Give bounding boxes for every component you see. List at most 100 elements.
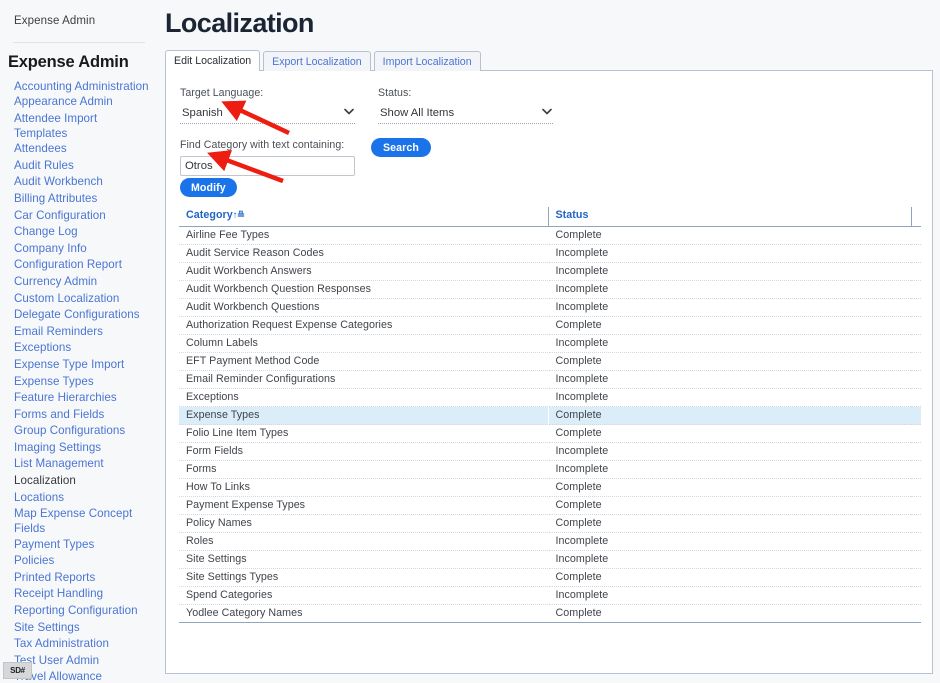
cell-status: Complete: [547, 514, 911, 533]
cell-extra: [911, 226, 921, 245]
sidebar-item-car-configuration[interactable]: Car Configuration: [14, 208, 151, 225]
sidebar-item-appearance-admin[interactable]: Appearance Admin: [14, 94, 151, 111]
sidebar-item-currency-admin[interactable]: Currency Admin: [14, 274, 151, 291]
table-row[interactable]: Exceptions Incomplete: [179, 388, 921, 407]
cell-status: Complete: [547, 604, 911, 623]
tab-import-localization[interactable]: Import Localization: [373, 51, 481, 71]
sidebar-item-forms-and-fields[interactable]: Forms and Fields: [14, 407, 151, 424]
cell-extra: [911, 370, 921, 389]
sidebar-item-tax-administration[interactable]: Tax Administration: [14, 636, 151, 653]
cell-extra: [911, 586, 921, 605]
status-filter-group: Status: Show All Items: [378, 83, 553, 124]
sidebar-item-change-log[interactable]: Change Log: [14, 224, 151, 241]
sidebar: Expense Admin Expense Admin Accounting A…: [0, 0, 155, 683]
sidebar-item-exceptions[interactable]: Exceptions: [14, 340, 151, 357]
table-row[interactable]: Airline Fee Types Complete: [179, 226, 921, 245]
cell-category: Audit Workbench Questions: [179, 298, 548, 317]
cell-status: Incomplete: [547, 262, 911, 281]
sidebar-item-travel-allowance[interactable]: Travel Allowance: [14, 669, 151, 683]
cell-category: Spend Categories: [179, 586, 548, 605]
sidebar-item-delegate-configurations[interactable]: Delegate Configurations: [14, 307, 151, 324]
sidebar-item-company-info[interactable]: Company Info: [14, 241, 151, 258]
cell-extra: [911, 604, 921, 623]
table-row[interactable]: Audit Workbench Answers Incomplete: [179, 262, 921, 281]
table-row[interactable]: Forms Incomplete: [179, 460, 921, 479]
sidebar-item-custom-localization[interactable]: Custom Localization: [14, 291, 151, 308]
sidebar-item-site-settings[interactable]: Site Settings: [14, 620, 151, 637]
table-row[interactable]: Audit Workbench Questions Incomplete: [179, 298, 921, 317]
sidebar-item-printed-reports[interactable]: Printed Reports: [14, 570, 151, 587]
column-header-category[interactable]: Category↑≞: [179, 207, 548, 227]
tab-export-localization[interactable]: Export Localization: [263, 51, 371, 71]
sidebar-item-localization[interactable]: Localization: [14, 473, 151, 490]
column-header-status[interactable]: Status: [547, 207, 911, 227]
table-row[interactable]: Audit Service Reason Codes Incomplete: [179, 244, 921, 263]
table-row[interactable]: Folio Line Item Types Complete: [179, 424, 921, 443]
search-form: Target Language: Spanish Status: Show Al…: [166, 71, 932, 197]
tab-edit-localization[interactable]: Edit Localization: [165, 50, 261, 72]
cell-category: EFT Payment Method Code: [179, 352, 548, 371]
table-row[interactable]: Site Settings Incomplete: [179, 550, 921, 569]
sidebar-item-audit-workbench[interactable]: Audit Workbench: [14, 174, 151, 191]
table-row[interactable]: How To Links Complete: [179, 478, 921, 497]
sidebar-item-attendees[interactable]: Attendees: [14, 141, 151, 158]
sidebar-item-audit-rules[interactable]: Audit Rules: [14, 158, 151, 175]
sidebar-item-email-reminders[interactable]: Email Reminders: [14, 324, 151, 341]
sidebar-item-payment-types[interactable]: Payment Types: [14, 537, 151, 554]
cell-category: Column Labels: [179, 334, 548, 353]
table-row[interactable]: Audit Workbench Question Responses Incomp…: [179, 280, 921, 299]
sidebar-item-accounting-administration[interactable]: Accounting Administration: [14, 79, 151, 94]
sort-ascending-icon[interactable]: ↑≞: [233, 210, 245, 221]
table-row[interactable]: Yodlee Category Names Complete: [179, 604, 921, 623]
cell-extra: [911, 388, 921, 407]
cell-extra: [911, 424, 921, 443]
sidebar-item-list-management[interactable]: List Management: [14, 456, 151, 473]
sidebar-item-imaging-settings[interactable]: Imaging Settings: [14, 440, 151, 457]
modify-button[interactable]: Modify: [180, 178, 237, 197]
sidebar-item-receipt-handling[interactable]: Receipt Handling: [14, 586, 151, 603]
table-row[interactable]: Payment Expense Types Complete: [179, 496, 921, 515]
page-root: Expense Admin Expense Admin Accounting A…: [0, 0, 940, 683]
cell-status: Incomplete: [547, 442, 911, 461]
cell-status: Complete: [547, 478, 911, 497]
cell-category: Audit Workbench Answers: [179, 262, 548, 281]
sidebar-item-locations[interactable]: Locations: [14, 490, 151, 507]
cell-category: Audit Service Reason Codes: [179, 244, 548, 263]
sidebar-item-reporting-configuration[interactable]: Reporting Configuration: [14, 603, 151, 620]
table-row[interactable]: Form Fields Incomplete: [179, 442, 921, 461]
target-language-select[interactable]: Spanish: [180, 106, 355, 124]
search-button[interactable]: Search: [371, 138, 431, 157]
sidebar-item-test-user-admin[interactable]: Test User Admin: [14, 653, 151, 670]
table-row[interactable]: EFT Payment Method Code Complete: [179, 352, 921, 371]
cell-category: Airline Fee Types: [179, 226, 548, 245]
sidebar-item-feature-hierarchies[interactable]: Feature Hierarchies: [14, 390, 151, 407]
cell-status: Incomplete: [547, 370, 911, 389]
table-row[interactable]: Email Reminder Configurations Incomplete: [179, 370, 921, 389]
page-title: Localization: [165, 8, 314, 38]
chevron-down-icon: [542, 108, 552, 115]
sidebar-item-expense-types[interactable]: Expense Types: [14, 374, 151, 391]
sidebar-item-group-configurations[interactable]: Group Configurations: [14, 423, 151, 440]
table-row[interactable]: Spend Categories Incomplete: [179, 586, 921, 605]
table-row[interactable]: Roles Incomplete: [179, 532, 921, 551]
breadcrumb-item-expense-admin[interactable]: Expense Admin: [14, 15, 95, 27]
cell-extra: [911, 532, 921, 551]
table-row[interactable]: Site Settings Types Complete: [179, 568, 921, 587]
sidebar-item-attendee-import-templates[interactable]: Attendee Import Templates: [14, 111, 151, 141]
table-row[interactable]: Expense Types Complete: [179, 406, 921, 425]
sidebar-item-policies[interactable]: Policies: [14, 553, 151, 570]
sidebar-item-expense-type-import[interactable]: Expense Type Import: [14, 357, 151, 374]
sidebar-item-billing-attributes[interactable]: Billing Attributes: [14, 191, 151, 208]
chevron-down-icon: [344, 108, 354, 115]
sidebar-item-configuration-report[interactable]: Configuration Report: [14, 257, 151, 274]
status-filter-select[interactable]: Show All Items: [378, 106, 553, 124]
cell-category: Email Reminder Configurations: [179, 370, 548, 389]
table-row[interactable]: Policy Names Complete: [179, 514, 921, 533]
find-category-input[interactable]: [180, 156, 355, 176]
table-row[interactable]: Column Labels Incomplete: [179, 334, 921, 353]
sidebar-item-map-expense-concept-fields[interactable]: Map Expense Concept Fields: [14, 506, 151, 536]
sidebar-title: Expense Admin: [8, 53, 129, 71]
cell-category: Site Settings Types: [179, 568, 548, 587]
table-row[interactable]: Authorization Request Expense Categories…: [179, 316, 921, 335]
cell-status: Incomplete: [547, 334, 911, 353]
